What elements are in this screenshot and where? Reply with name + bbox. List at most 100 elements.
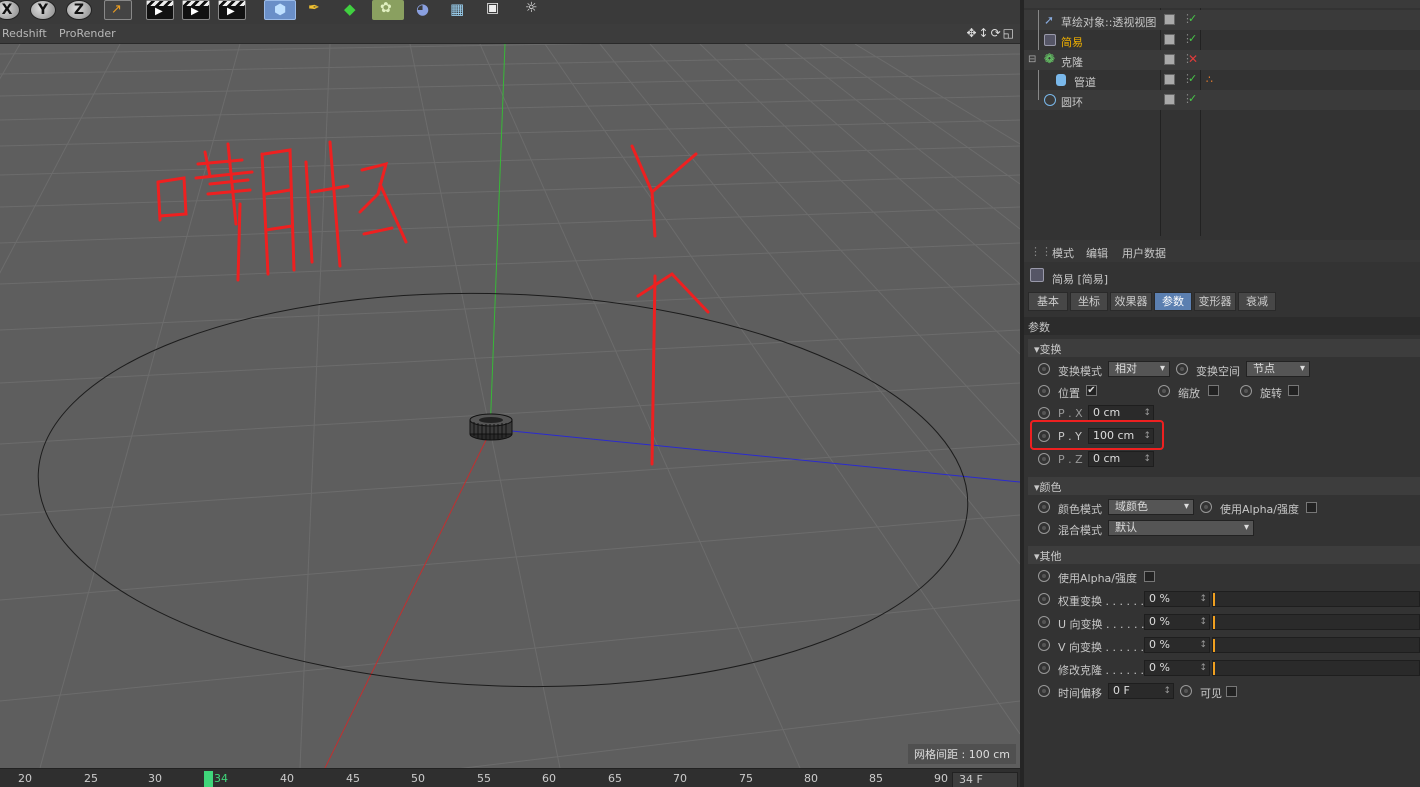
- menu-redshift[interactable]: Redshift: [2, 27, 47, 40]
- layer-swatch[interactable]: [1164, 34, 1175, 45]
- menu-edit[interactable]: 编辑: [1086, 245, 1108, 261]
- anim-key-radio[interactable]: [1180, 685, 1192, 697]
- cube-primitive-button[interactable]: ⬢: [264, 0, 296, 20]
- anim-key-radio[interactable]: [1176, 363, 1188, 375]
- enabled-check-icon[interactable]: ✓: [1188, 12, 1197, 25]
- camera-button[interactable]: ▣: [480, 0, 512, 20]
- menu-prorender[interactable]: ProRender: [59, 27, 116, 40]
- anim-key-radio[interactable]: [1038, 522, 1050, 534]
- material-tag-icon[interactable]: ∴: [1206, 73, 1213, 86]
- anim-key-radio[interactable]: [1038, 570, 1050, 582]
- disabled-x-icon[interactable]: ✕: [1188, 52, 1198, 66]
- use-alpha-checkbox[interactable]: [1306, 502, 1317, 513]
- rotate-label: 旋转: [1260, 387, 1282, 400]
- current-frame-field[interactable]: 34 F: [952, 772, 1018, 787]
- u-transform-slider[interactable]: [1212, 614, 1420, 630]
- u-transform-field[interactable]: 0 %: [1144, 614, 1210, 630]
- anim-key-radio[interactable]: [1038, 639, 1050, 651]
- position-x-field[interactable]: 0 cm: [1088, 405, 1154, 421]
- object-name-selected[interactable]: 简易: [1061, 34, 1083, 50]
- object-name[interactable]: 草绘对象::透视视图: [1061, 14, 1156, 30]
- anim-key-radio[interactable]: [1038, 501, 1050, 513]
- group-other-header[interactable]: ▾其他: [1028, 546, 1420, 564]
- tab-basic[interactable]: 基本: [1028, 292, 1068, 311]
- anim-key-radio[interactable]: [1038, 385, 1050, 397]
- anim-key-radio[interactable]: [1038, 453, 1050, 465]
- anim-key-radio[interactable]: [1038, 662, 1050, 674]
- object-row-tube[interactable]: 管道 ⋮ ✓ ∴: [1024, 70, 1420, 90]
- cloner-button[interactable]: ✿: [372, 0, 404, 20]
- collapse-toggle-icon[interactable]: ⊟: [1028, 54, 1036, 65]
- perspective-viewport[interactable]: 网格间距 : 100 cm: [0, 44, 1020, 768]
- lock-y-axis-button[interactable]: Y: [30, 0, 56, 20]
- weight-transform-slider[interactable]: [1212, 591, 1420, 607]
- timeline-tick: 25: [84, 772, 98, 785]
- render-view-button[interactable]: [146, 0, 174, 20]
- layer-swatch[interactable]: [1164, 74, 1175, 85]
- anim-key-radio[interactable]: [1200, 501, 1212, 513]
- x-axis-line: [324, 435, 489, 768]
- anim-key-radio[interactable]: [1038, 407, 1050, 419]
- coordinate-system-button[interactable]: ↗: [104, 0, 132, 20]
- subdivision-surface-button[interactable]: ◆: [336, 0, 368, 20]
- enabled-check-icon[interactable]: ✓: [1188, 72, 1197, 85]
- transform-space-dropdown[interactable]: 节点: [1246, 361, 1310, 377]
- move-view-icon[interactable]: ✥: [966, 26, 978, 40]
- lock-x-axis-button[interactable]: X: [0, 0, 20, 20]
- object-row-cloner[interactable]: ⊟ ❁ 克隆 ⋮ ✕: [1024, 50, 1420, 70]
- anim-key-radio[interactable]: [1240, 385, 1252, 397]
- rotate-checkbox[interactable]: [1288, 385, 1299, 396]
- modify-clone-slider[interactable]: [1212, 660, 1420, 676]
- lock-z-axis-button[interactable]: Z: [66, 0, 92, 20]
- timeline[interactable]: 20 25 30 34 40 45 50 55 60 65 70 75 80 8…: [0, 768, 1020, 787]
- time-offset-field[interactable]: 0 F: [1108, 683, 1174, 699]
- object-name[interactable]: 克隆: [1061, 54, 1083, 70]
- tab-parameters[interactable]: 参数: [1154, 292, 1192, 311]
- anim-key-radio[interactable]: [1158, 385, 1170, 397]
- position-checkbox[interactable]: ✔: [1086, 385, 1097, 396]
- tab-effector[interactable]: 效果器: [1110, 292, 1152, 311]
- anim-key-radio[interactable]: [1038, 685, 1050, 697]
- v-transform-field[interactable]: 0 %: [1144, 637, 1210, 653]
- weight-transform-field[interactable]: 0 %: [1144, 591, 1210, 607]
- enabled-check-icon[interactable]: ✓: [1188, 92, 1197, 105]
- other-use-alpha-checkbox[interactable]: [1144, 571, 1155, 582]
- toggle-layout-icon[interactable]: ◱: [1003, 26, 1016, 40]
- render-picture-viewer-button[interactable]: [182, 0, 210, 20]
- group-color-header[interactable]: ▾颜色: [1028, 477, 1420, 495]
- scale-checkbox[interactable]: [1208, 385, 1219, 396]
- tab-falloff[interactable]: 衰减: [1238, 292, 1276, 311]
- layer-swatch[interactable]: [1164, 54, 1175, 65]
- anim-key-radio[interactable]: [1038, 616, 1050, 628]
- tab-deformer[interactable]: 变形器: [1194, 292, 1236, 311]
- rotate-view-icon[interactable]: ⟳: [991, 26, 1003, 40]
- v-transform-slider[interactable]: [1212, 637, 1420, 653]
- color-mode-dropdown[interactable]: 域颜色: [1108, 499, 1194, 515]
- tab-coordinates[interactable]: 坐标: [1070, 292, 1108, 311]
- object-row-simple-effector[interactable]: 简易 ⋮ ✓: [1024, 30, 1420, 50]
- anim-key-radio[interactable]: [1038, 593, 1050, 605]
- light-button[interactable]: ☼: [516, 0, 548, 20]
- menu-user-data[interactable]: 用户数据: [1122, 245, 1166, 261]
- object-row-sketch[interactable]: ➚ 草绘对象::透视视图 ⋮ ✓: [1024, 10, 1420, 30]
- position-z-field[interactable]: 0 cm: [1088, 451, 1154, 467]
- object-name[interactable]: 管道: [1074, 74, 1096, 90]
- anim-key-radio[interactable]: [1038, 363, 1050, 375]
- modify-clone-field[interactable]: 0 %: [1144, 660, 1210, 676]
- layer-swatch[interactable]: [1164, 94, 1175, 105]
- menu-mode[interactable]: 模式: [1052, 245, 1074, 261]
- zoom-view-icon[interactable]: ↕: [979, 26, 991, 40]
- transform-mode-dropdown[interactable]: 相对: [1108, 361, 1170, 377]
- object-name[interactable]: 圆环: [1061, 94, 1083, 110]
- object-row-circle[interactable]: 圆环 ⋮ ✓: [1024, 90, 1420, 110]
- spline-pen-button[interactable]: ✒: [300, 0, 332, 20]
- enabled-check-icon[interactable]: ✓: [1188, 32, 1197, 45]
- group-transform-header[interactable]: ▾变换: [1028, 339, 1420, 357]
- deformer-button[interactable]: ◕: [408, 0, 440, 20]
- timeline-playhead[interactable]: [204, 771, 213, 787]
- render-settings-button[interactable]: [218, 0, 246, 20]
- floor-button[interactable]: ▦: [444, 0, 476, 20]
- layer-swatch[interactable]: [1164, 14, 1175, 25]
- blend-mode-dropdown[interactable]: 默认: [1108, 520, 1254, 536]
- visible-checkbox[interactable]: [1226, 686, 1237, 697]
